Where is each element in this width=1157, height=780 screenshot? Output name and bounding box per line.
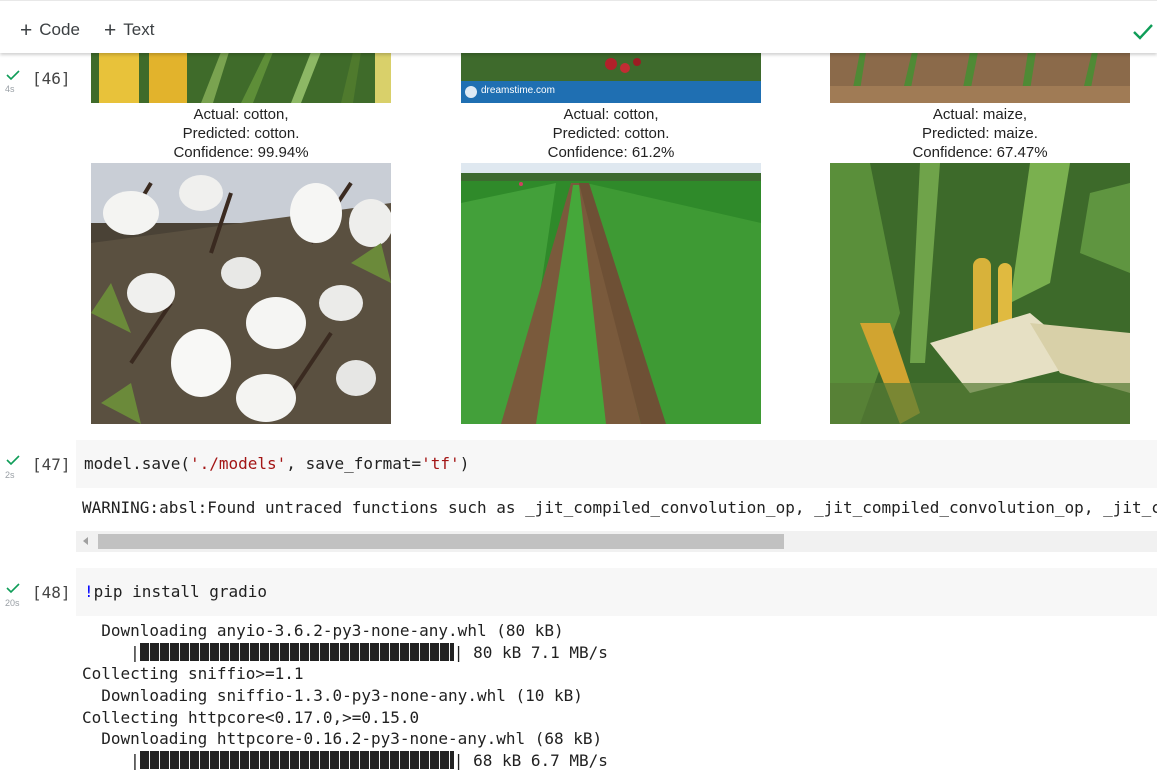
progress-suffix: | 68 kB 6.7 MB/s <box>453 751 608 770</box>
plus-icon: + <box>104 18 117 42</box>
pip-output-line: Downloading httpcore-0.16.2-py3-none-any… <box>82 729 603 748</box>
confidence-label: Confidence: 99.94% <box>173 144 309 161</box>
pip-output-line: Downloading sniffio-1.3.0-py3-none-any.w… <box>82 686 583 705</box>
execution-count: [48] <box>32 583 71 602</box>
pip-progress-line: | | 80 kB 7.1 MB/s <box>82 643 608 662</box>
prediction-caption: Actual: cotton, Predicted: cotton. Confi… <box>461 105 761 162</box>
confidence-label: Confidence: 61.2% <box>547 144 675 161</box>
pip-output-line: Collecting httpcore<0.17.0,>=0.15.0 <box>82 708 420 727</box>
confidence-label: Confidence: 67.47% <box>912 144 1048 161</box>
notebook-toolbar: + Code + Text <box>0 0 1157 53</box>
maize-plants-image <box>830 163 1130 424</box>
execution-time: 4s <box>5 84 15 94</box>
execution-time: 20s <box>5 598 20 608</box>
scroll-left-icon[interactable] <box>83 537 88 545</box>
add-text-label: Text <box>123 20 155 39</box>
add-code-label: Code <box>39 20 80 39</box>
prediction-caption: Actual: maize, Predicted: maize. Confide… <box>830 105 1130 162</box>
code-editor[interactable]: model.save('./models', save_format='tf') <box>76 440 1157 488</box>
actual-label: Actual: cotton, <box>563 106 659 123</box>
warning-output: WARNING:absl:Found untraced functions su… <box>82 498 1157 517</box>
code-token: , save_format= <box>286 454 422 473</box>
predicted-label: Predicted: cotton. <box>182 125 300 142</box>
add-text-button[interactable]: + Text <box>104 17 154 43</box>
progress-prefix: | <box>82 643 140 662</box>
predicted-label: Predicted: maize. <box>922 125 1038 142</box>
corn-image-top <box>91 52 391 103</box>
run-success-icon[interactable] <box>6 453 20 467</box>
output-horizontal-scrollbar[interactable] <box>76 531 1157 552</box>
actual-label: Actual: cotton, <box>193 106 289 123</box>
predicted-label: Predicted: cotton. <box>552 125 670 142</box>
execution-time: 2s <box>5 470 15 480</box>
watermark-text: dreamstime.com <box>481 85 555 96</box>
cotton-field-image-top: dreamstime.com <box>461 52 761 103</box>
pip-progress-line: | | 68 kB 6.7 MB/s <box>82 751 608 770</box>
code-token: model.save( <box>84 454 190 473</box>
connected-check-icon[interactable] <box>1131 19 1155 43</box>
execution-count: [46] <box>32 69 71 88</box>
plus-icon: + <box>20 18 33 42</box>
run-success-icon[interactable] <box>6 68 20 82</box>
progress-prefix: | <box>82 751 140 770</box>
scrollbar-thumb[interactable] <box>98 534 784 549</box>
prediction-caption: Actual: cotton, Predicted: cotton. Confi… <box>91 105 391 162</box>
execution-count: [47] <box>32 455 71 474</box>
maize-field-image-top <box>830 52 1130 103</box>
progress-suffix: | 80 kB 7.1 MB/s <box>453 643 608 662</box>
pip-output-line: Collecting sniffio>=1.1 <box>82 664 304 683</box>
string-token: './models' <box>189 454 287 473</box>
add-code-button[interactable]: + Code <box>20 17 80 43</box>
actual-label: Actual: maize, <box>932 106 1028 123</box>
shell-bang-token: ! <box>84 582 94 601</box>
code-token: ) <box>459 454 470 473</box>
code-token: pip install gradio <box>93 582 268 601</box>
cotton-bolls-image <box>91 163 391 424</box>
pip-output-line: Downloading anyio-3.6.2-py3-none-any.whl… <box>82 621 564 640</box>
progress-bar <box>139 751 454 769</box>
run-success-icon[interactable] <box>6 581 20 595</box>
progress-bar <box>139 643 454 661</box>
code-editor[interactable]: !pip install gradio <box>76 568 1157 616</box>
cotton-field-rows-image <box>461 163 761 424</box>
string-token: 'tf' <box>421 454 460 473</box>
